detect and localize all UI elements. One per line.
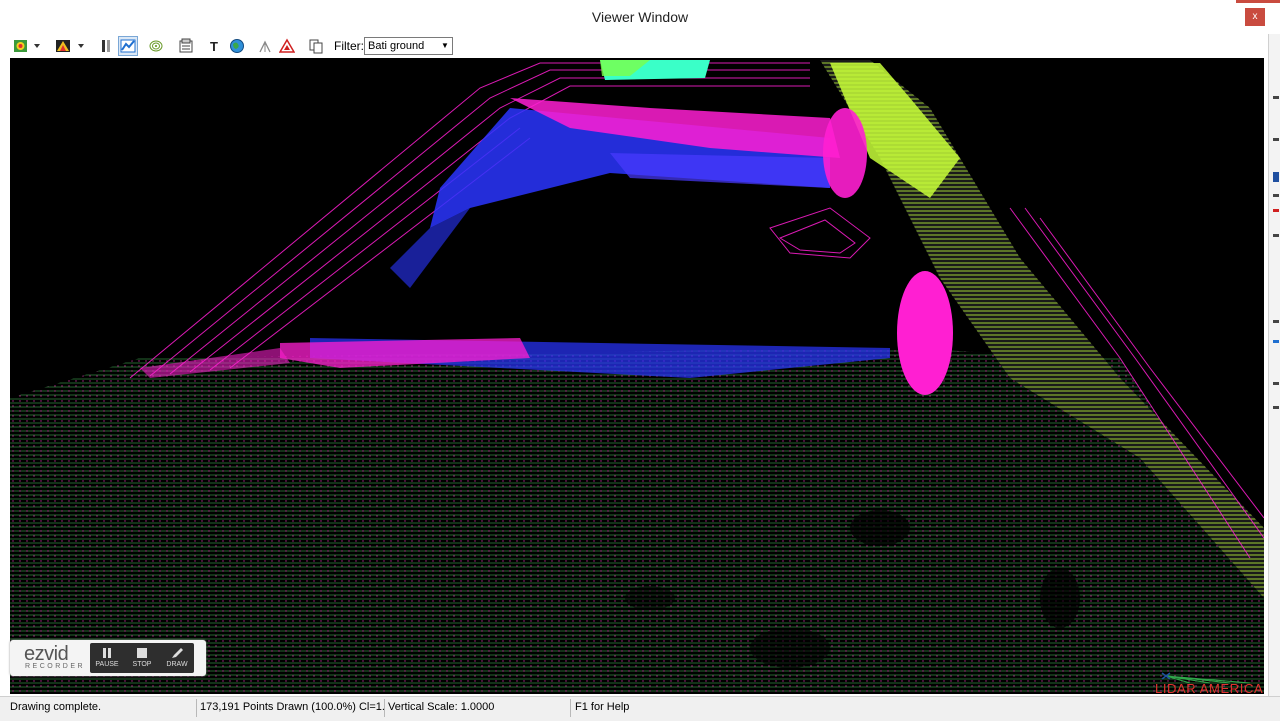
recorder-controls: PAUSE STOP DRAW	[90, 643, 194, 673]
chevron-down-icon[interactable]: ▼	[438, 38, 452, 54]
edge-mark	[1273, 138, 1279, 141]
draw-button[interactable]: DRAW	[160, 643, 194, 673]
copy-icon	[309, 39, 323, 54]
color-by-intensity-icon	[56, 40, 84, 52]
properties-icon	[179, 38, 193, 53]
profile-view-icon	[102, 40, 110, 52]
profile-view-button[interactable]	[96, 36, 116, 56]
edge-mark	[1273, 382, 1279, 385]
filter-select-value: Bati ground	[368, 40, 425, 52]
edge-mark	[1273, 340, 1279, 343]
contour-button[interactable]	[146, 36, 166, 56]
edge-mark	[1273, 406, 1279, 409]
color-by-elevation-icon	[14, 40, 40, 52]
close-button-highlight	[1236, 0, 1280, 3]
toolbar: T Filter:	[0, 34, 1268, 58]
lidar-america-text: LIDAR AMERICA	[1155, 681, 1264, 696]
svg-text:T: T	[210, 39, 218, 54]
edge-mark	[1273, 194, 1279, 197]
tin-surface-icon	[279, 38, 295, 53]
stop-icon	[137, 648, 147, 658]
tin-surface-button[interactable]	[277, 36, 297, 56]
edge-mark	[1273, 320, 1279, 323]
status-separator	[384, 699, 385, 717]
point-cloud-viewport[interactable]	[10, 58, 1264, 694]
status-vertical-scale: Vertical Scale: 1.0000	[388, 701, 495, 713]
ezvid-recorder-overlay: ezvid RECORDER PAUSE STOP DRAW	[10, 640, 206, 676]
ground-void	[1040, 568, 1080, 628]
pause-icon	[103, 648, 111, 658]
color-by-elevation-button[interactable]	[10, 36, 44, 56]
status-help: F1 for Help	[575, 701, 630, 713]
status-bar: Drawing complete. 173,191 Points Drawn (…	[0, 696, 1280, 721]
edge-mark	[1273, 172, 1279, 182]
edge-mark	[1273, 209, 1279, 212]
text-annotation-icon: T	[210, 39, 218, 54]
magenta-mound-top	[823, 108, 867, 198]
contour-icon	[149, 40, 163, 52]
plan-view-button[interactable]	[118, 36, 138, 56]
window-title: Viewer Window	[591, 9, 689, 25]
status-points: 173,191 Points Drawn (100.0%) Cl=1.0	[200, 701, 384, 713]
status-separator	[196, 699, 197, 717]
title-bar: Viewer Window x	[0, 0, 1280, 34]
plan-view-icon	[120, 39, 136, 53]
ground-void	[625, 586, 675, 610]
properties-button[interactable]	[176, 36, 196, 56]
pit-blue-band	[610, 153, 830, 188]
edge-mark	[1273, 96, 1279, 99]
ground-void	[750, 628, 830, 668]
pencil-icon	[172, 648, 183, 658]
pause-button[interactable]: PAUSE	[90, 643, 124, 673]
filter-label: Filter:	[334, 39, 364, 53]
ezvid-logo: ezvid RECORDER	[24, 643, 86, 670]
status-separator	[570, 699, 571, 717]
status-message: Drawing complete.	[10, 701, 102, 713]
copy-button[interactable]	[306, 36, 326, 56]
side-panel-edge	[1268, 34, 1280, 696]
measure-icon	[259, 40, 271, 53]
color-by-intensity-button[interactable]	[52, 36, 88, 56]
edge-mark	[1273, 234, 1279, 237]
close-button[interactable]: x	[1245, 8, 1265, 26]
text-annotation-button[interactable]: T	[205, 36, 225, 56]
magenta-mound	[897, 271, 953, 395]
stop-button[interactable]: STOP	[125, 643, 159, 673]
filter-select[interactable]: Bati ground ▼	[364, 37, 453, 55]
measure-button[interactable]	[255, 36, 275, 56]
globe-button[interactable]	[227, 36, 247, 56]
ground-void	[850, 510, 910, 546]
globe-icon	[230, 39, 244, 53]
lidar-america-logo: LIDAR AMERICA	[1150, 672, 1264, 696]
point-cloud-canvas	[10, 60, 1264, 694]
